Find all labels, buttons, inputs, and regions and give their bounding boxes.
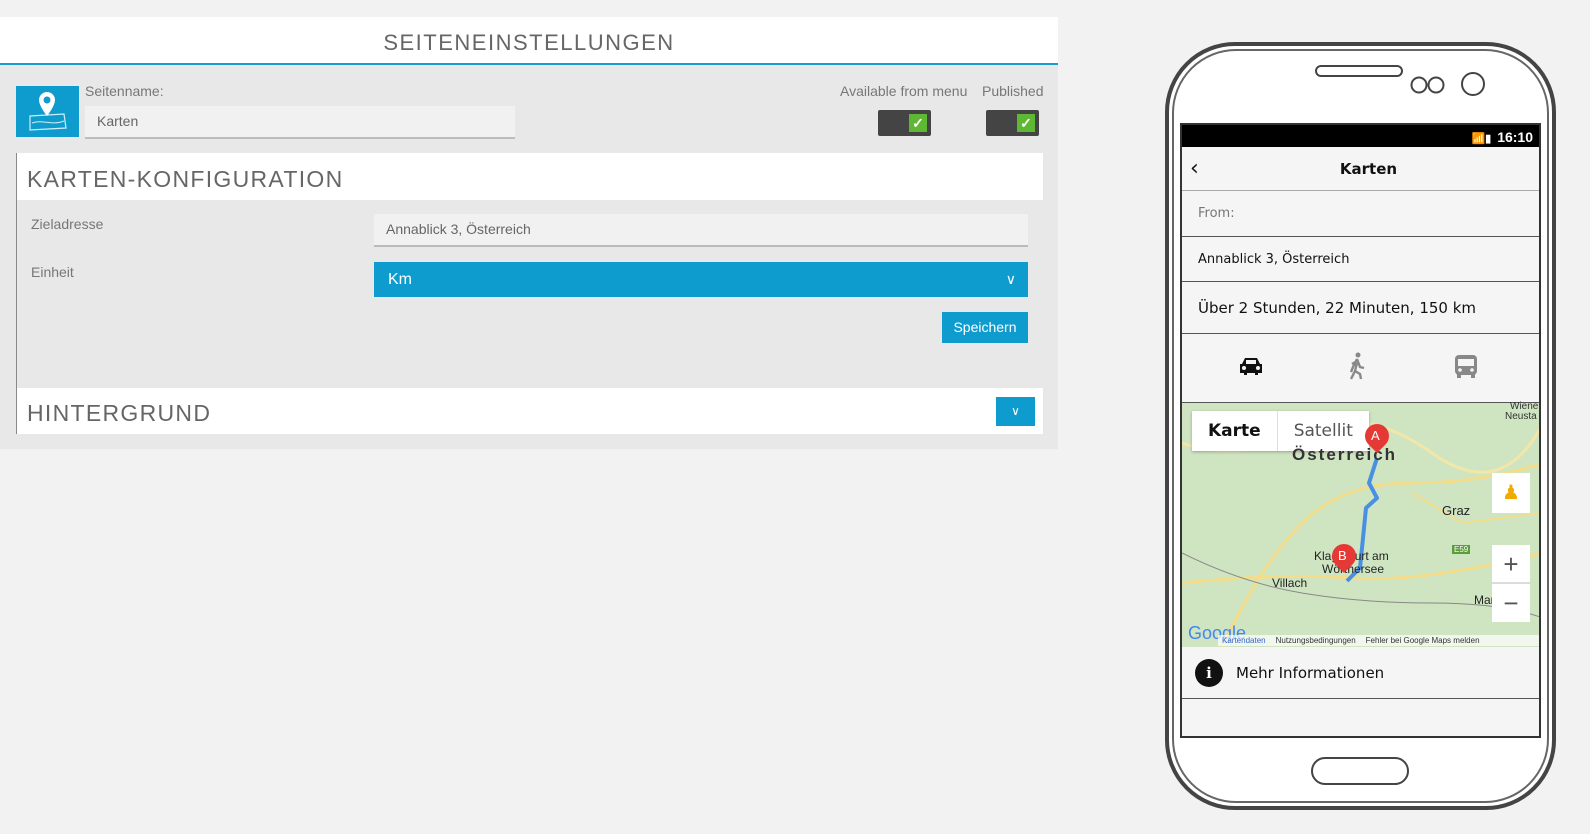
street-view-pegman-icon[interactable]: ♟	[1492, 473, 1530, 513]
destination-field[interactable]: Annablick 3, Österreich	[1182, 237, 1539, 282]
page-title: SEITENEINSTELLUNGEN	[0, 17, 1058, 65]
more-info-row[interactable]: i Mehr Informationen	[1182, 647, 1539, 699]
map-label-woerthersee: Wörthersee	[1322, 562, 1385, 576]
available-toggle[interactable]: ✓	[878, 110, 931, 136]
check-icon: ✓	[909, 114, 927, 132]
background-header[interactable]: HINTERGRUND	[16, 388, 1043, 434]
more-info-label: Mehr Informationen	[1236, 664, 1385, 682]
report-error-link[interactable]: Fehler bei Google Maps melden	[1366, 636, 1480, 645]
page-settings-panel: SEITENEINSTELLUNGEN Seitenname: Karten A…	[0, 17, 1058, 449]
address-input[interactable]: Annablick 3, Österreich	[374, 214, 1028, 247]
marker-b-label: B	[1338, 548, 1347, 563]
chevron-down-icon: ∨	[1011, 404, 1020, 418]
save-button[interactable]: Speichern	[942, 312, 1028, 343]
phone-speaker	[1315, 65, 1403, 77]
expand-background-button[interactable]: ∨	[996, 397, 1035, 426]
page-name-input[interactable]: Karten	[85, 106, 515, 139]
tab-map[interactable]: Karte	[1192, 411, 1278, 451]
bus-icon[interactable]	[1454, 354, 1478, 380]
published-label: Published	[982, 83, 1044, 99]
map-label-graz: Graz	[1442, 503, 1471, 518]
terms-link[interactable]: Nutzungsbedingungen	[1276, 636, 1356, 645]
unit-value: Km	[388, 271, 412, 288]
phone-camera	[1461, 72, 1485, 96]
page-name-label: Seitenname:	[85, 83, 164, 99]
available-label: Available from menu	[840, 83, 968, 99]
status-bar: 📶▮ 16:10	[1182, 125, 1539, 147]
address-label: Zieladresse	[31, 216, 104, 232]
status-time: 16:10	[1497, 129, 1533, 145]
walk-icon[interactable]	[1347, 352, 1367, 380]
marker-a-label: A	[1371, 428, 1380, 443]
map-pin-icon	[16, 86, 79, 137]
map-view[interactable]: Karte Satellit Österreich Graz Klagenfur…	[1182, 401, 1539, 648]
app-header: ‹ Karten	[1182, 147, 1539, 191]
zoom-in-button[interactable]: +	[1492, 545, 1530, 583]
map-label-e59: E59	[1452, 545, 1471, 554]
zoom-out-button[interactable]: −	[1492, 584, 1530, 622]
unit-label: Einheit	[31, 264, 74, 280]
map-data-link[interactable]: Kartendaten	[1222, 636, 1266, 645]
phone-screen: 📶▮ 16:10 ‹ Karten From: Annablick 3, Öste…	[1180, 123, 1541, 738]
phone-home-button[interactable]	[1311, 757, 1409, 785]
app-title: Karten	[1339, 160, 1398, 178]
unit-select[interactable]: Km ∨	[374, 262, 1028, 297]
route-summary: Über 2 Stunden, 22 Minuten, 150 km	[1182, 282, 1539, 334]
map-label-villach: Villach	[1272, 576, 1308, 590]
car-icon[interactable]	[1238, 356, 1264, 376]
check-icon: ✓	[1017, 114, 1035, 132]
from-input[interactable]: From:	[1182, 191, 1539, 237]
back-arrow-icon[interactable]: ‹	[1190, 147, 1199, 191]
map-config-header: KARTEN-KONFIGURATION	[16, 153, 1043, 200]
map-footer: Kartendaten Nutzungsbedingungen Fehler b…	[1218, 635, 1539, 646]
phone-sensor	[1410, 76, 1446, 94]
info-icon: i	[1195, 659, 1223, 687]
chevron-down-icon: ∨	[1005, 271, 1016, 287]
map-label-neustadt: Neusta	[1505, 411, 1537, 422]
wifi-signal-battery-icon: 📶▮	[1471, 133, 1492, 145]
published-toggle[interactable]: ✓	[986, 110, 1039, 136]
travel-modes	[1182, 334, 1539, 403]
